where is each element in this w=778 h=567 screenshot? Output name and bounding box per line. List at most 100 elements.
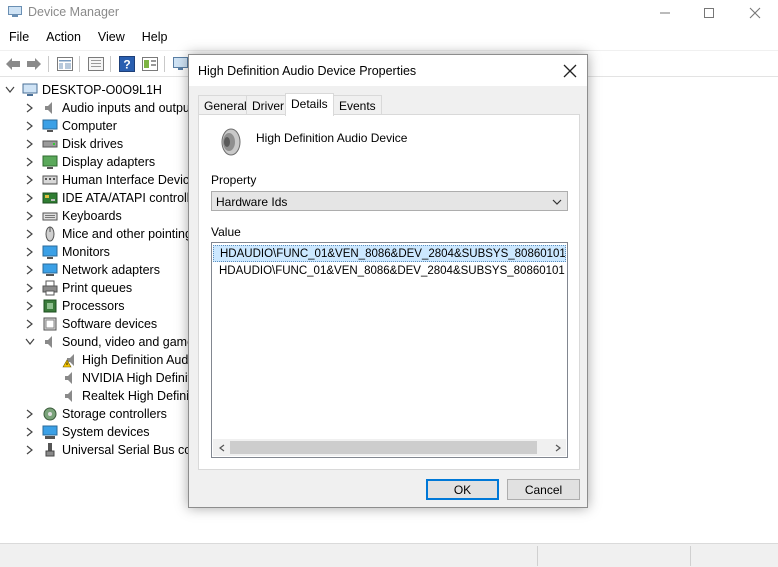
property-select-value: Hardware Ids (216, 195, 288, 209)
device-name: High Definition Audio Device (256, 131, 408, 145)
list-item[interactable]: HDAUDIO\FUNC_01&VEN_8086&DEV_2804&SUBSYS… (213, 245, 566, 262)
tab-general[interactable]: General (198, 95, 253, 115)
chevron-right-icon[interactable] (24, 156, 36, 168)
properties-dialog: High Definition Audio Device Properties … (188, 54, 588, 508)
tree-item[interactable]: Mice and other pointing (24, 225, 192, 243)
tree-item[interactable]: Audio inputs and outpu (24, 99, 190, 117)
scroll-left-icon[interactable] (213, 439, 230, 456)
details-panel: High Definition Audio Device Property Ha… (198, 114, 580, 470)
keyboard-icon (42, 208, 58, 224)
chevron-down-icon[interactable] (4, 84, 16, 96)
tree-item[interactable]: Print queues (24, 279, 132, 297)
tree-item-label: Sound, video and game (62, 335, 195, 349)
tree-item[interactable]: System devices (24, 423, 150, 441)
display-icon (42, 154, 58, 170)
chevron-right-icon[interactable] (24, 138, 36, 150)
tree-item[interactable]: IDE ATA/ATAPI controlle (24, 189, 197, 207)
tree-item[interactable]: Processors (24, 297, 125, 315)
horizontal-scrollbar[interactable] (213, 439, 566, 456)
chevron-right-icon[interactable] (24, 264, 36, 276)
action-pane-icon[interactable] (140, 54, 160, 74)
tree-item[interactable]: Disk drives (24, 135, 123, 153)
minimize-icon[interactable] (642, 0, 688, 26)
speaker-icon (213, 126, 245, 158)
update-driver-icon[interactable] (86, 54, 106, 74)
tab-events[interactable]: Events (333, 95, 382, 115)
warning-speaker-icon (62, 352, 78, 368)
toolbar-separator (110, 56, 111, 72)
chevron-right-icon[interactable] (24, 210, 36, 222)
ok-button[interactable]: OK (426, 479, 499, 500)
chevron-right-icon[interactable] (24, 282, 36, 294)
dialog-close-icon[interactable] (557, 58, 583, 84)
mouse-icon (42, 226, 58, 242)
chevron-right-icon[interactable] (24, 318, 36, 330)
tree-item-label: Monitors (62, 245, 110, 259)
tree-item-label: Software devices (62, 317, 158, 331)
menu-help[interactable]: Help (133, 28, 176, 48)
maximize-icon[interactable] (686, 0, 732, 26)
chevron-right-icon[interactable] (24, 174, 36, 186)
tree-item[interactable]: Keyboards (24, 207, 122, 225)
window-titlebar: Device Manager (0, 0, 778, 26)
tree-root[interactable]: DESKTOP-O0O9L1H (4, 81, 162, 99)
chevron-down-icon[interactable] (24, 336, 36, 348)
dialog-title: High Definition Audio Device Properties (198, 64, 417, 78)
tree-item-label: Processors (62, 299, 125, 313)
toolbar-separator (48, 56, 49, 72)
chevron-right-icon[interactable] (24, 228, 36, 240)
tree-item-label: Human Interface Device (62, 173, 197, 187)
tab-driver[interactable]: Driver (246, 95, 290, 115)
properties-icon[interactable] (55, 54, 75, 74)
monitor-icon (42, 244, 58, 260)
tree-item[interactable]: Software devices (24, 315, 157, 333)
chevron-right-icon[interactable] (24, 192, 36, 204)
menu-view[interactable]: View (89, 28, 133, 48)
chevron-right-icon[interactable] (24, 444, 36, 456)
chevron-right-icon[interactable] (24, 426, 36, 438)
menu-action[interactable]: Action (37, 28, 89, 48)
value-label: Value (211, 225, 241, 239)
scroll-right-icon[interactable] (549, 439, 566, 456)
back-arrow-icon[interactable] (3, 54, 23, 74)
tree-item[interactable]: Display adapters (24, 153, 155, 171)
tree-item[interactable]: Computer (24, 117, 117, 135)
forward-arrow-icon[interactable] (24, 54, 44, 74)
dialog-titlebar: High Definition Audio Device Properties (189, 55, 587, 86)
tree-item-label: IDE ATA/ATAPI controlle (62, 191, 197, 205)
tree-item[interactable]: Monitors (24, 243, 110, 261)
tree-item[interactable]: Human Interface Device (24, 171, 196, 189)
tree-child[interactable]: High Definition Aud (62, 351, 188, 369)
scroll-thumb[interactable] (230, 441, 537, 454)
tree-item[interactable]: Sound, video and game (24, 333, 194, 351)
speaker-icon (62, 370, 78, 386)
tree-child-label: High Definition Aud (82, 353, 189, 367)
tree-child[interactable]: Realtek High Definiti (62, 387, 195, 405)
help-icon[interactable]: ? (117, 54, 137, 74)
value-list[interactable]: HDAUDIO\FUNC_01&VEN_8086&DEV_2804&SUBSYS… (211, 242, 568, 458)
tree-item-label: Print queues (62, 281, 133, 295)
property-label: Property (211, 173, 257, 187)
cancel-button[interactable]: Cancel (507, 479, 580, 500)
chevron-right-icon[interactable] (24, 246, 36, 258)
close-icon[interactable] (732, 0, 778, 26)
tree-item[interactable]: Network adapters (24, 261, 160, 279)
tree-item-label: Display adapters (62, 155, 156, 169)
chevron-right-icon[interactable] (24, 102, 36, 114)
disk-icon (42, 136, 58, 152)
system-icon (42, 424, 58, 440)
tree-item[interactable]: Universal Serial Bus cont (24, 441, 202, 459)
menu-file[interactable]: File (0, 28, 37, 48)
chevron-right-icon[interactable] (24, 300, 36, 312)
software-icon (42, 316, 58, 332)
tree-child[interactable]: NVIDIA High Definiti (62, 369, 194, 387)
usb-icon (42, 442, 58, 458)
tab-details[interactable]: Details (285, 93, 334, 116)
computer-icon (22, 82, 38, 98)
list-item[interactable]: HDAUDIO\FUNC_01&VEN_8086&DEV_2804&SUBSYS… (213, 263, 566, 280)
chevron-right-icon[interactable] (24, 408, 36, 420)
tree-item[interactable]: Storage controllers (24, 405, 167, 423)
toolbar-separator (79, 56, 80, 72)
chevron-right-icon[interactable] (24, 120, 36, 132)
property-select[interactable]: Hardware Ids (211, 191, 568, 211)
